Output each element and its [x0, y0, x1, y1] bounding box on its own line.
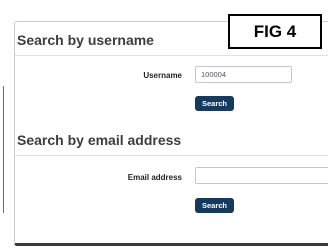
username-section-divider [15, 55, 328, 56]
username-search-button[interactable]: Search [195, 96, 235, 111]
email-input[interactable] [195, 167, 328, 184]
email-section-divider [15, 155, 328, 156]
email-search-button[interactable]: Search [195, 198, 235, 213]
username-input[interactable] [195, 66, 292, 83]
email-section-title: Search by email address [17, 132, 182, 148]
username-section-title: Search by username [17, 32, 154, 48]
figure-label: FIG 4 [228, 14, 322, 49]
username-label: Username [143, 71, 182, 80]
left-border-line [3, 86, 4, 213]
email-label: Email address [127, 173, 182, 182]
